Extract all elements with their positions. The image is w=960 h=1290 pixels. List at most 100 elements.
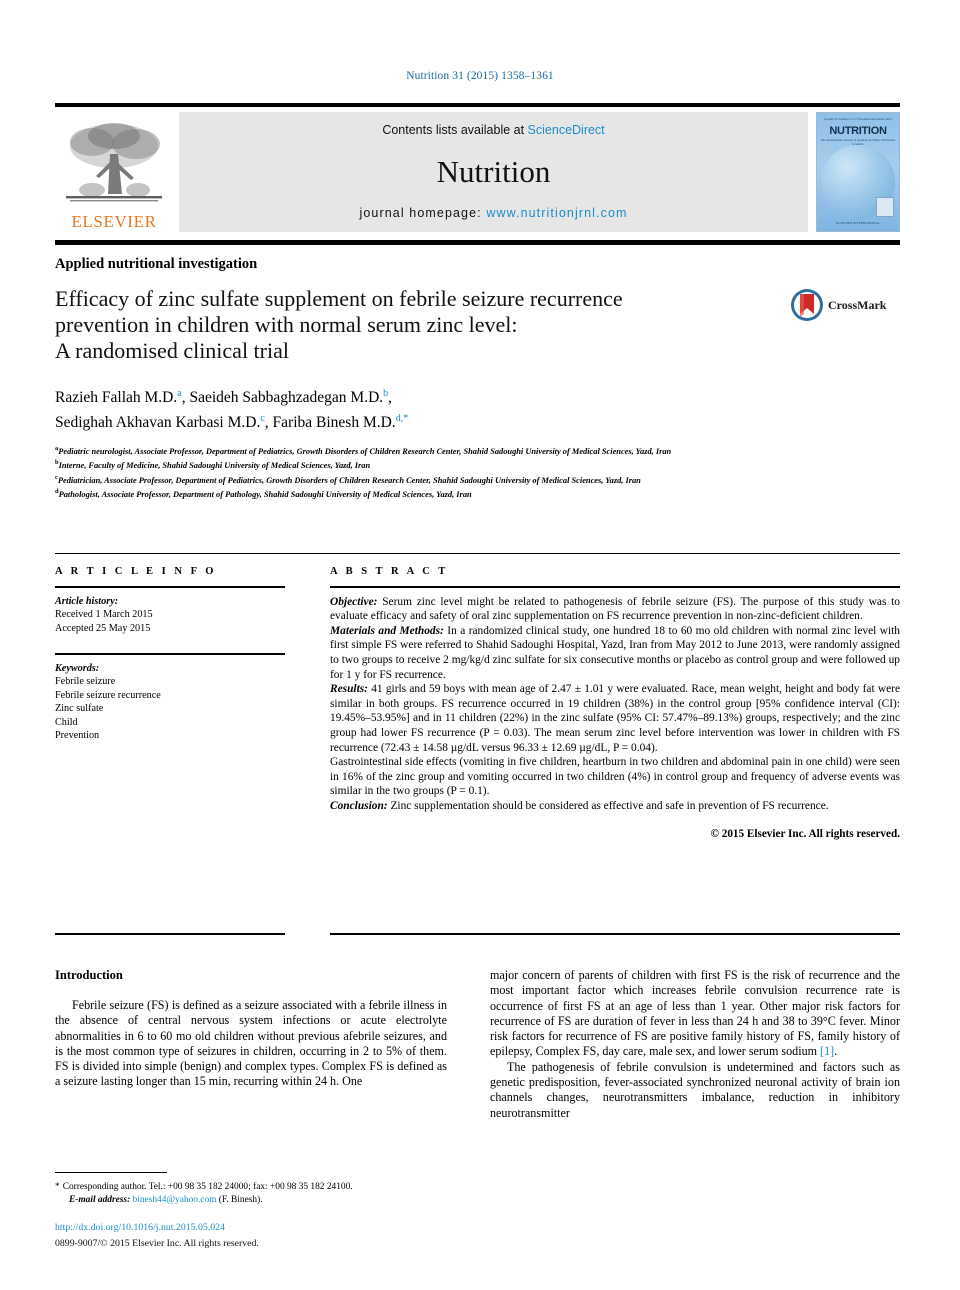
abstract-results-text: 41 girls and 59 boys with mean age of 2.… (330, 683, 900, 754)
masthead-center-panel: Contents lists available at ScienceDirec… (179, 112, 808, 232)
elsevier-wordmark: ELSEVIER (71, 212, 157, 231)
footnote-separator (55, 1172, 167, 1174)
abstract-results: Results: 41 girls and 59 boys with mean … (330, 682, 900, 755)
elsevier-logo: ELSEVIER (55, 112, 173, 232)
introduction-text-right: major concern of parents of children wit… (490, 968, 900, 1121)
email-note: E-mail address: binesh44@yahoo.com (F. B… (55, 1194, 455, 1207)
issn-copyright-line: 0899-9007/© 2015 Elsevier Inc. All right… (55, 1238, 259, 1249)
homepage-prefix: journal homepage: (359, 206, 487, 220)
introduction-text-left: Febrile seizure (FS) is defined as a sei… (55, 998, 447, 1090)
affiliation-item: aPediatric neurologist, Associate Profes… (55, 443, 815, 457)
introduction-paragraph: The pathogenesis of febrile convulsion i… (490, 1059, 900, 1120)
article-page: Nutrition 31 (2015) 1358–1361 ELSEVIER C… (0, 0, 960, 1290)
footnote-block: * Corresponding author. Tel.: +00 98 35 1… (55, 1181, 455, 1206)
introduction-paragraph-period: . (834, 1044, 838, 1059)
page-title: Efficacy of zinc sulfate supplement on f… (55, 286, 755, 364)
body-column-left: Introduction Febrile seizure (FS) is def… (55, 968, 447, 1090)
journal-homepage-line: journal homepage: www.nutritionjrnl.com (359, 206, 627, 220)
sciencedirect-link[interactable]: ScienceDirect (528, 123, 605, 137)
journal-title: Nutrition (436, 154, 551, 189)
article-header-rule (55, 240, 900, 245)
corresponding-author-star: * (55, 1182, 60, 1192)
article-accepted-date: Accepted 25 May 2015 (55, 622, 151, 634)
contents-prefix: Contents lists available at (382, 123, 528, 137)
abstract-conclusion-label: Conclusion: (330, 799, 388, 812)
abstract-side-effects: Gastrointestinal side effects (vomiting … (330, 755, 900, 799)
affiliation-text: Pediatrician, Associate Professor, Depar… (57, 475, 641, 485)
author-sep: , (388, 389, 393, 407)
keyword-item: Zinc sulfate (55, 703, 104, 715)
affiliation-list: aPediatric neurologist, Associate Profes… (55, 443, 815, 501)
journal-masthead: ELSEVIER Contents lists available at Sci… (55, 103, 900, 232)
introduction-paragraph: Febrile seizure (FS) is defined as a sei… (55, 998, 447, 1089)
abstract-block-top-rule (55, 553, 900, 554)
article-received-date: Received 1 March 2015 (55, 609, 153, 621)
abstract-objective: Objective: Serum zinc level might be rel… (330, 595, 900, 624)
running-head: Nutrition 31 (2015) 1358–1361 (406, 70, 554, 82)
keywords-block: Keywords: Febrile seizure Febrile seizur… (55, 662, 285, 743)
crossmark-badge[interactable]: CrossMark (790, 288, 886, 322)
abstract-results-label: Results: (330, 683, 368, 696)
author-name: Fariba Binesh M.D. (272, 414, 396, 432)
cover-title: NUTRITION (829, 125, 887, 137)
author-affiliation-marker[interactable]: d,* (396, 413, 409, 424)
abstract-objective-label: Objective: (330, 595, 378, 608)
abstract-conclusion-text: Zinc supplementation should be considere… (387, 799, 829, 812)
title-line-3: A randomised clinical trial (55, 338, 289, 363)
keyword-item: Febrile seizure (55, 676, 116, 688)
author-name: Saeideh Sabbaghzadegan M.D. (189, 389, 384, 407)
corresponding-author-text: Corresponding author. Tel.: +00 98 35 18… (62, 1182, 353, 1192)
email-link[interactable]: binesh44@yahoo.com (133, 1195, 217, 1205)
title-line-1: Efficacy of zinc sulfate supplement on f… (55, 286, 623, 311)
affiliation-text: Interne, Faculty of Medicine, Shahid Sad… (58, 461, 371, 471)
article-info-heading: A R T I C L E I N F O (55, 566, 217, 577)
crossmark-icon (791, 289, 823, 321)
affiliation-item: bInterne, Faculty of Medicine, Shahid Sa… (55, 457, 815, 471)
abstract-side-effects-text: Gastrointestinal side effects (vomiting … (330, 756, 900, 798)
abstract-conclusion: Conclusion: Zinc supplementation should … (330, 799, 900, 814)
journal-cover-thumbnail: Volume 31 Number 11/12 November/December… (816, 112, 900, 232)
author-name: Sedighah Akhavan Karbasi M.D. (55, 414, 261, 432)
affiliation-text: Pediatric neurologist, Associate Profess… (58, 446, 672, 456)
abstract-column: A B S T R A C T Objective: Serum zinc le… (330, 566, 900, 840)
keywords-label: Keywords: (55, 662, 100, 674)
journal-homepage-link[interactable]: www.nutritionjrnl.com (486, 206, 627, 220)
article-info-column: A R T I C L E I N F O Article history: R… (55, 566, 285, 743)
doi-link[interactable]: http://dx.doi.org/10.1016/j.nut.2015.05.… (55, 1222, 225, 1233)
title-line-2: prevention in children with normal serum… (55, 312, 518, 337)
corresponding-author-note: * Corresponding author. Tel.: +00 98 35 1… (55, 1181, 455, 1194)
abstract-heading: A B S T R A C T (330, 566, 449, 577)
article-history-label: Article history: (55, 595, 119, 607)
cover-publisher-badge-icon (876, 197, 894, 217)
abstract-objective-text: Serum zinc level might be related to pat… (330, 595, 900, 623)
introduction-heading: Introduction (55, 968, 123, 982)
introduction-paragraph-continued: major concern of parents of children wit… (490, 968, 900, 1060)
article-info-rule (55, 586, 285, 588)
abstract-rule (330, 586, 900, 588)
contents-available-line: Contents lists available at ScienceDirec… (382, 123, 604, 137)
email-label: E-mail address: (69, 1194, 131, 1205)
author-list: Razieh Fallah M.D.a, Saeideh Sabbaghzade… (55, 383, 775, 433)
email-owner: (F. Binesh). (218, 1194, 263, 1205)
body-column-right: major concern of parents of children wit… (490, 968, 900, 1121)
abstract-block-bottom-rule-right (330, 933, 900, 935)
keywords-rule (55, 653, 285, 655)
keyword-item: Prevention (55, 730, 100, 742)
keyword-item: Febrile seizure recurrence (55, 689, 161, 701)
cover-footer-text: ELSEVIER INTERNATIONAL (836, 221, 880, 225)
masthead-top-rule (55, 103, 900, 107)
keyword-item: Child (55, 716, 78, 728)
abstract-body: Objective: Serum zinc level might be rel… (330, 595, 900, 814)
affiliation-text: Pathologist, Associate Professor, Depart… (58, 489, 472, 499)
abstract-block-bottom-rule-left (55, 933, 285, 935)
affiliation-item: cPediatrician, Associate Professor, Depa… (55, 472, 815, 486)
author-name: Razieh Fallah M.D. (55, 389, 178, 407)
citation-link[interactable]: [1] (820, 1044, 834, 1058)
abstract-methods: Materials and Methods: In a randomized c… (330, 624, 900, 682)
cover-issue-text: Volume 31 Number 11/12 November/December… (823, 117, 893, 121)
affiliation-item: dPathologist, Associate Professor, Depar… (55, 486, 815, 500)
crossmark-label: CrossMark (828, 297, 887, 312)
article-history-block: Article history: Received 1 March 2015 A… (55, 595, 285, 636)
abstract-copyright: © 2015 Elsevier Inc. All rights reserved… (710, 827, 900, 840)
